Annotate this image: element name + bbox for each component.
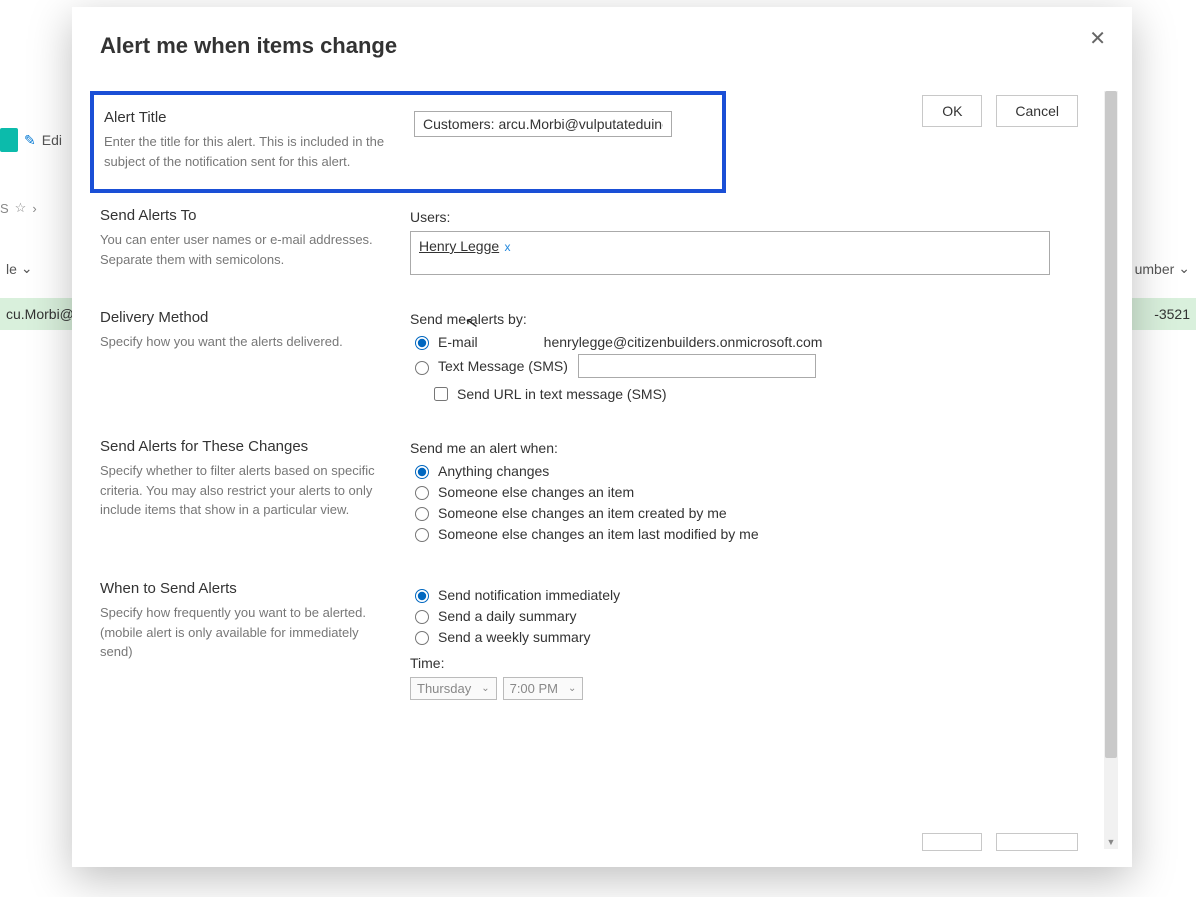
alert-modal: ✕ Alert me when items change ▲ ▼ OK Canc…	[72, 7, 1132, 867]
chevron-down-icon: ⌄	[1178, 260, 1190, 277]
when-opt3-radio[interactable]	[415, 631, 429, 645]
remove-user-icon[interactable]: x	[501, 240, 510, 254]
when-section: When to Send Alerts Specify how frequent…	[72, 570, 1100, 708]
changes-opt1-radio[interactable]	[415, 465, 429, 479]
changes-desc: Specify whether to filter alerts based o…	[100, 461, 382, 520]
users-people-picker[interactable]: Henry Legge x	[410, 231, 1050, 275]
changes-opt4-radio[interactable]	[415, 528, 429, 542]
delivery-section: Delivery Method Specify how you want the…	[72, 299, 1100, 428]
changes-opt2-label: Someone else changes an item	[438, 484, 634, 500]
changes-section: Send Alerts for These Changes Specify wh…	[72, 428, 1100, 570]
chevron-right-icon: ›	[32, 201, 36, 216]
alert-title-heading: Alert Title	[104, 109, 386, 126]
alert-title-input[interactable]	[414, 111, 672, 137]
cancel-button[interactable]: Cancel	[996, 95, 1078, 127]
chevron-down-icon: ⌄	[568, 683, 576, 694]
star-icon[interactable]: ☆	[15, 200, 27, 216]
delivery-sms-input[interactable]	[578, 354, 816, 378]
changes-field-label: Send me an alert when:	[410, 440, 1100, 456]
pencil-icon: ✎	[24, 132, 36, 149]
when-opt2[interactable]: Send a daily summary	[410, 607, 1100, 624]
delivery-desc: Specify how you want the alerts delivere…	[100, 332, 382, 352]
bg-edit-button[interactable]: ✎ Edi	[0, 128, 62, 152]
bg-title-row: S ☆ ›	[0, 200, 37, 216]
hour-select-value: 7:00 PM	[510, 681, 558, 696]
send-to-heading: Send Alerts To	[100, 207, 382, 224]
bottom-button-row: OK Cancel	[922, 833, 1078, 851]
delivery-email-option[interactable]: E-mail henrylegge@citizenbuilders.onmicr…	[410, 333, 1100, 350]
delivery-email-label: E-mail	[438, 334, 478, 350]
bg-col-left[interactable]: le ⌄	[6, 260, 33, 277]
delivery-sms-url-label: Send URL in text message (SMS)	[457, 386, 667, 402]
send-to-desc: You can enter user names or e-mail addre…	[100, 230, 382, 269]
delivery-sms-url-option[interactable]: Send URL in text message (SMS)	[430, 384, 1100, 404]
changes-opt4[interactable]: Someone else changes an item last modifi…	[410, 525, 1100, 542]
changes-heading: Send Alerts for These Changes	[100, 438, 382, 455]
day-select-value: Thursday	[417, 681, 471, 696]
when-opt1-label: Send notification immediately	[438, 587, 620, 603]
delivery-sms-label: Text Message (SMS)	[438, 358, 568, 374]
cancel-button-bottom[interactable]: Cancel	[996, 833, 1078, 851]
changes-opt4-label: Someone else changes an item last modifi…	[438, 526, 759, 542]
modal-content: OK Cancel Alert Title Enter the title fo…	[72, 91, 1100, 851]
scroll-down-icon[interactable]: ▼	[1104, 837, 1118, 851]
bg-col-right[interactable]: umber ⌄	[1135, 260, 1190, 277]
modal-title: Alert me when items change	[100, 33, 1104, 59]
user-chip[interactable]: Henry Legge	[419, 238, 499, 254]
when-desc: Specify how frequently you want to be al…	[100, 603, 382, 662]
delivery-sms-option[interactable]: Text Message (SMS)	[410, 354, 1100, 378]
time-row: Thursday ⌄ 7:00 PM ⌄	[410, 677, 1100, 700]
alert-title-highlight: Alert Title Enter the title for this ale…	[90, 91, 726, 193]
delivery-email-radio[interactable]	[415, 336, 429, 350]
when-opt1[interactable]: Send notification immediately	[410, 586, 1100, 603]
delivery-email-value: henrylegge@citizenbuilders.onmicrosoft.c…	[544, 334, 823, 350]
close-icon[interactable]: ✕	[1089, 29, 1106, 49]
modal-scrollbar[interactable]: ▲ ▼	[1104, 91, 1118, 849]
chevron-down-icon: ⌄	[21, 260, 33, 277]
time-label: Time:	[410, 655, 1100, 671]
bg-title-fragment: S	[0, 201, 9, 216]
changes-opt1[interactable]: Anything changes	[410, 462, 1100, 479]
changes-opt3-label: Someone else changes an item created by …	[438, 505, 727, 521]
changes-opt2-radio[interactable]	[415, 486, 429, 500]
hour-select[interactable]: 7:00 PM ⌄	[503, 677, 584, 700]
when-opt3[interactable]: Send a weekly summary	[410, 628, 1100, 645]
delivery-sms-radio[interactable]	[415, 361, 429, 375]
send-to-section: Send Alerts To You can enter user names …	[72, 197, 1100, 299]
chevron-down-icon: ⌄	[481, 683, 489, 694]
delivery-sms-url-checkbox[interactable]	[434, 387, 448, 401]
scrollbar-thumb[interactable]	[1105, 91, 1117, 758]
bg-edit-label: Edi	[42, 132, 62, 148]
ok-button-bottom[interactable]: OK	[922, 833, 982, 851]
when-opt1-radio[interactable]	[415, 589, 429, 603]
bg-sel-left: cu.Morbi@	[6, 306, 74, 322]
changes-opt3-radio[interactable]	[415, 507, 429, 521]
when-opt2-radio[interactable]	[415, 610, 429, 624]
when-heading: When to Send Alerts	[100, 580, 382, 597]
users-label: Users:	[410, 209, 1100, 225]
delivery-field-label: Send me alerts by:	[410, 311, 1100, 327]
top-button-row: OK Cancel	[922, 95, 1078, 127]
when-opt3-label: Send a weekly summary	[438, 629, 591, 645]
delivery-heading: Delivery Method	[100, 309, 382, 326]
day-select[interactable]: Thursday ⌄	[410, 677, 497, 700]
ok-button[interactable]: OK	[922, 95, 982, 127]
accent-block	[0, 128, 18, 152]
changes-opt2[interactable]: Someone else changes an item	[410, 483, 1100, 500]
alert-title-desc: Enter the title for this alert. This is …	[104, 132, 386, 171]
changes-opt1-label: Anything changes	[438, 463, 549, 479]
changes-opt3[interactable]: Someone else changes an item created by …	[410, 504, 1100, 521]
bg-sel-right: -3521	[1154, 306, 1190, 322]
when-opt2-label: Send a daily summary	[438, 608, 577, 624]
